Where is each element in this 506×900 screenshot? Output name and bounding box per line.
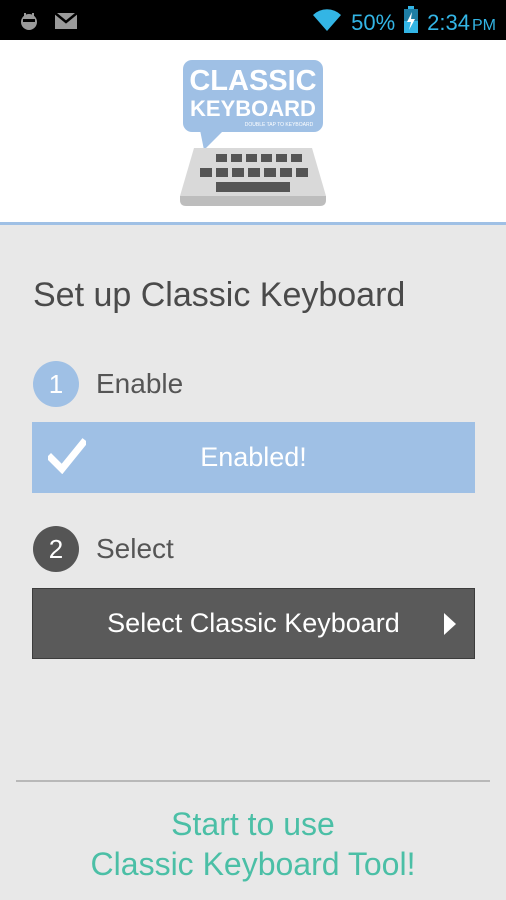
page-title: Set up Classic Keyboard	[33, 276, 406, 314]
select-keyboard-button[interactable]: Select Classic Keyboard	[32, 588, 475, 659]
enabled-button-label: Enabled!	[200, 442, 307, 472]
status-bar-notifications	[18, 10, 78, 37]
android-debug-icon	[18, 10, 40, 37]
battery-charging-icon	[403, 6, 419, 40]
step-number-badge: 2	[33, 526, 79, 572]
select-keyboard-button-label: Select Classic Keyboard	[107, 608, 400, 638]
clock-ampm: PM	[472, 17, 496, 34]
divider	[16, 780, 490, 782]
step-label: Select	[96, 533, 174, 564]
setup-content: Set up Classic Keyboard 1 Enable Enabled…	[0, 228, 506, 900]
logo-tagline: DOUBLE TAP TO KEYBOARD	[245, 122, 314, 128]
step-enable: 1 Enable	[33, 361, 183, 407]
start-tool-line2: Classic Keyboard Tool!	[90, 846, 416, 882]
step-label: Enable	[96, 368, 184, 399]
step-number-badge: 1	[33, 361, 79, 407]
status-bar-system: 50% 2:34 PM	[311, 6, 496, 40]
logo-title-line1: CLASSIC	[189, 65, 316, 97]
logo-title-line2: KEYBOARD	[190, 96, 316, 121]
status-bar: 50% 2:34 PM	[0, 0, 506, 40]
classic-keyboard-logo: CLASSIC KEYBOARD DOUBLE TAP TO KEYBOARD	[180, 60, 326, 206]
gmail-icon	[54, 11, 78, 36]
start-tool-line1: Start to use	[171, 806, 335, 842]
start-tool-link[interactable]: Start to use Classic Keyboard Tool!	[0, 804, 506, 884]
battery-percent: 50%	[351, 10, 396, 35]
wifi-icon	[311, 7, 343, 39]
clock: 2:34 PM	[427, 10, 496, 36]
chevron-right-icon	[442, 611, 458, 644]
clock-time: 2:34	[427, 10, 470, 35]
app-header: CLASSIC KEYBOARD DOUBLE TAP TO KEYBOARD	[0, 40, 506, 225]
step-select: 2 Select	[33, 526, 174, 572]
enabled-button[interactable]: Enabled!	[32, 422, 475, 493]
checkmark-icon	[46, 438, 88, 481]
